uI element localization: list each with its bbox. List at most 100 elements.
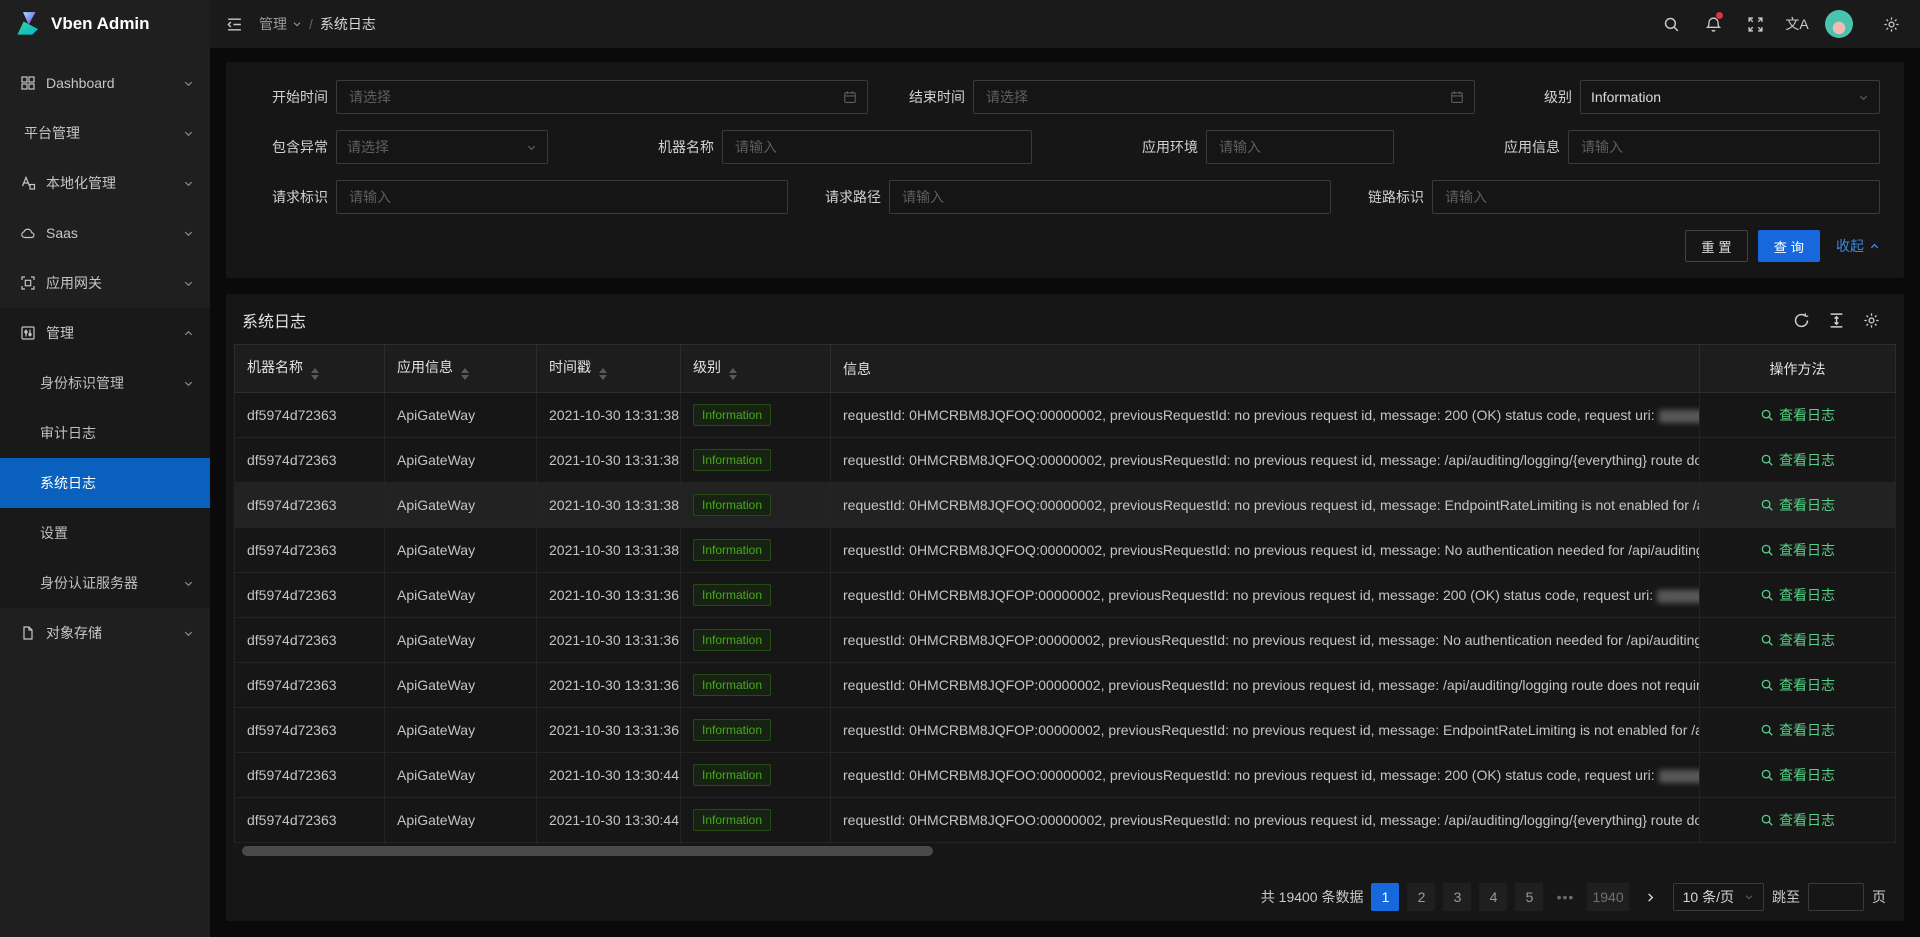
chevron-down-icon: [183, 228, 194, 239]
sort-icon[interactable]: [461, 368, 469, 380]
collapse-filter-link[interactable]: 收起: [1836, 236, 1880, 256]
view-log-label: 查看日志: [1779, 765, 1835, 785]
view-log-link[interactable]: 查看日志: [1760, 675, 1835, 695]
sidebar-item-app-gateway[interactable]: 应用网关: [0, 258, 210, 308]
cell-message: requestId: 0HMCRBM8JQFOP:00000002, previ…: [831, 663, 1700, 708]
page-2[interactable]: 2: [1407, 883, 1435, 911]
view-log-link[interactable]: 查看日志: [1760, 540, 1835, 560]
sort-icon[interactable]: [729, 368, 737, 380]
cell-timestamp: 2021-10-30 13:31:36: [537, 663, 681, 708]
table-header-bar: 系统日志: [234, 302, 1896, 344]
page-3[interactable]: 3: [1443, 883, 1471, 911]
sidebar-item-auth-server[interactable]: 身份认证服务器: [0, 558, 210, 608]
machine-name-input[interactable]: [722, 130, 1032, 164]
app-logo[interactable]: Vben Admin: [0, 0, 210, 48]
field-level: 级别Information: [1494, 80, 1880, 114]
redacted-uri: [1657, 590, 1700, 603]
table-settings-icon[interactable]: [1863, 312, 1880, 329]
sort-ascend-icon: [311, 368, 319, 373]
breadcrumb: 管理 / 系统日志: [259, 14, 376, 34]
sidebar-item-settings[interactable]: 设置: [0, 508, 210, 558]
view-log-link[interactable]: 查看日志: [1760, 720, 1835, 740]
field-request-id: 请求标识: [250, 180, 788, 214]
request-path-input[interactable]: [889, 180, 1331, 214]
view-log-link[interactable]: 查看日志: [1760, 630, 1835, 650]
column-header-level[interactable]: 级别: [681, 345, 831, 393]
include-exception-select[interactable]: 请选择: [336, 130, 548, 164]
sort-icon[interactable]: [311, 368, 319, 380]
fullscreen-button[interactable]: [1734, 0, 1776, 48]
sidebar-item-localization-management[interactable]: 本地化管理: [0, 158, 210, 208]
language-button[interactable]: 文A: [1776, 0, 1818, 48]
pagination-ellipsis: •••: [1551, 883, 1579, 911]
trace-id-field[interactable]: [1443, 188, 1869, 206]
page-size-select[interactable]: 10 条/页: [1673, 883, 1764, 911]
chevron-down-icon: [183, 128, 194, 139]
fullscreen-icon: [1747, 16, 1764, 33]
page-1940[interactable]: 1940: [1587, 883, 1628, 911]
sidebar-item-object-storage[interactable]: 对象存储: [0, 608, 210, 658]
sort-icon[interactable]: [599, 368, 607, 380]
app-environment-input[interactable]: [1206, 130, 1394, 164]
jump-page-input[interactable]: [1808, 883, 1864, 911]
view-log-link[interactable]: 查看日志: [1760, 450, 1835, 470]
machine-name-label: 机器名称: [636, 137, 714, 157]
row-height-icon[interactable]: [1828, 312, 1845, 329]
cell-actions: 查看日志: [1700, 708, 1896, 753]
view-log-link[interactable]: 查看日志: [1760, 765, 1835, 785]
request-id-field[interactable]: [347, 188, 777, 206]
page-1[interactable]: 1: [1371, 883, 1399, 911]
sidebar-item-label: 对象存储: [46, 623, 102, 643]
cell-actions: 查看日志: [1700, 438, 1896, 483]
sidebar-item-management[interactable]: 管理: [0, 308, 210, 358]
start-time-date[interactable]: [336, 80, 868, 114]
trace-id-input[interactable]: [1432, 180, 1880, 214]
app-info-input[interactable]: [1568, 130, 1880, 164]
horizontal-scrollbar: [242, 846, 1888, 856]
table-row: df5974d72363ApiGateWay2021-10-30 13:31:3…: [235, 483, 1896, 528]
next-page-button[interactable]: [1637, 883, 1665, 911]
sidebar-item-platform-management[interactable]: 平台管理: [0, 108, 210, 158]
app-environment-field[interactable]: [1217, 138, 1383, 156]
end-time-date[interactable]: [973, 80, 1475, 114]
page-4[interactable]: 4: [1479, 883, 1507, 911]
magnifier-icon: [1760, 408, 1774, 422]
start-time-field[interactable]: [347, 88, 835, 106]
column-header-machine-name[interactable]: 机器名称: [235, 345, 385, 393]
submenu-management: 身份标识管理审计日志系统日志设置身份认证服务器: [0, 358, 210, 608]
scrollbar-thumb[interactable]: [242, 846, 933, 856]
column-header-app-info[interactable]: 应用信息: [385, 345, 537, 393]
machine-name-field[interactable]: [733, 138, 1021, 156]
view-log-link[interactable]: 查看日志: [1760, 810, 1835, 830]
sidebar-item-audit-logs[interactable]: 审计日志: [0, 408, 210, 458]
sidebar-item-saas[interactable]: Saas: [0, 208, 210, 258]
search-button[interactable]: [1650, 0, 1692, 48]
sidebar-item-system-logs[interactable]: 系统日志: [0, 458, 210, 508]
search-submit-button[interactable]: 查 询: [1758, 230, 1820, 262]
breadcrumb-section[interactable]: 管理: [259, 14, 302, 34]
notifications-button[interactable]: [1692, 0, 1734, 48]
request-path-field[interactable]: [900, 188, 1320, 206]
menu-fold-icon[interactable]: [226, 16, 243, 33]
notification-badge: [1716, 12, 1723, 19]
column-header-timestamp[interactable]: 时间戳: [537, 345, 681, 393]
pagination-pages: 12345 ••• 1940: [1371, 883, 1628, 911]
view-log-link[interactable]: 查看日志: [1760, 405, 1835, 425]
app-info-field[interactable]: [1579, 138, 1869, 156]
chevron-down-icon: [183, 578, 194, 589]
sidebar-item-identity-management[interactable]: 身份标识管理: [0, 358, 210, 408]
breadcrumb-separator: /: [309, 16, 313, 32]
sidebar-item-dashboard[interactable]: Dashboard: [0, 58, 210, 108]
view-log-link[interactable]: 查看日志: [1760, 585, 1835, 605]
reset-button[interactable]: 重 置: [1685, 230, 1747, 262]
user-menu[interactable]: [1818, 0, 1860, 48]
level-select[interactable]: Information: [1580, 80, 1880, 114]
sort-descend-icon: [729, 375, 737, 380]
page-5[interactable]: 5: [1515, 883, 1543, 911]
view-log-link[interactable]: 查看日志: [1760, 495, 1835, 515]
request-id-input[interactable]: [336, 180, 788, 214]
settings-button[interactable]: [1870, 0, 1912, 48]
end-time-field[interactable]: [984, 88, 1442, 106]
cell-message: requestId: 0HMCRBM8JQFOO:00000002, previ…: [831, 753, 1700, 798]
refresh-icon[interactable]: [1793, 312, 1810, 329]
